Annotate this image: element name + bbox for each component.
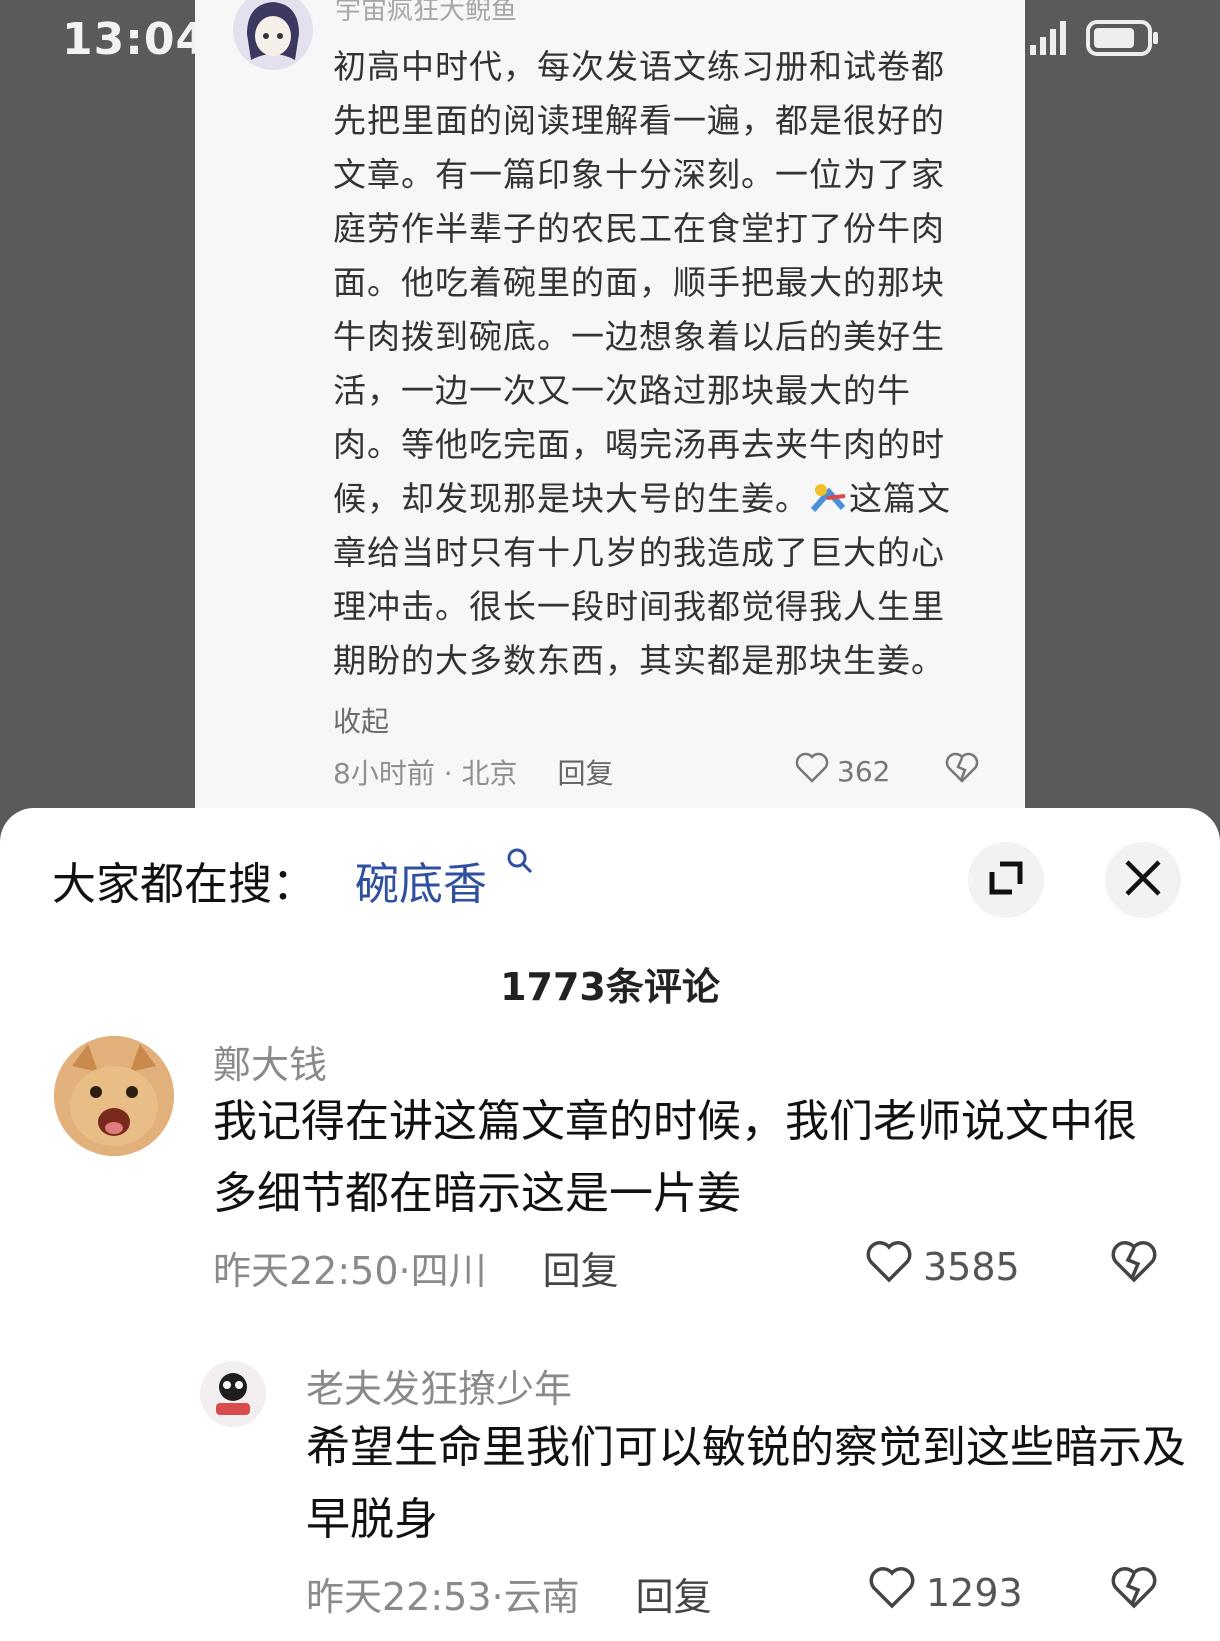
bg-like-count: 362 [837,755,891,788]
like-count: 3585 [923,1244,1020,1289]
heart-icon [868,1566,916,1619]
bg-text-line: 面。他吃着碗里的面，顺手把最大的那块 [333,263,945,302]
bg-text-line: 理冲击。很长一段时间我都觉得我人生里 [333,587,945,626]
comment-time-location: 昨天22:53·云南 [306,1575,580,1619]
fallen-person-emoji-icon [809,478,849,512]
close-icon [1123,858,1163,902]
bg-text-segment: 这篇文 [849,479,951,518]
bg-user-avatar [233,0,313,70]
comment-text: 希望生命里我们可以敏锐的察觉到这些暗示及早脱身 [306,1422,1186,1545]
like-button[interactable]: 1293 [868,1566,1023,1619]
heart-icon [795,752,829,791]
comment-meta: 昨天22:53·云南 回复 [306,1566,712,1621]
bg-reply-button: 回复 [557,757,614,790]
comment-count: 1773条评论 [500,965,720,1009]
bg-post-text: 初高中时代，每次发语文练习册和试卷都 先把里面的阅读理解看一遍，都是很好的 文章… [333,40,958,688]
bg-meta: 8小时前 · 北京 回复 [333,752,614,792]
search-icon[interactable] [505,846,535,880]
background-post-card: 宇宙疯狂大鲵鱼 初高中时代，每次发语文练习册和试卷都 先把里面的阅读理解看一遍，… [195,0,1025,810]
bg-text-line: 先把里面的阅读理解看一遍，都是很好的 [333,101,945,140]
bg-collapse-link: 收起 [333,705,390,738]
broken-heart-icon[interactable] [1110,1240,1158,1288]
reply-button[interactable]: 回复 [636,1566,712,1621]
bg-text-segment: 候，却发现那是块大号的生姜。 [333,479,809,518]
avatar[interactable] [200,1361,266,1427]
like-button[interactable]: 3585 [865,1240,1020,1293]
close-button[interactable] [1105,842,1181,918]
battery-icon [1086,20,1160,56]
broken-heart-icon [945,752,979,788]
bg-username: 宇宙疯狂大鲵鱼 [335,0,518,26]
heart-icon [865,1240,913,1293]
search-suggestion-label: 大家都在搜： [52,859,316,910]
signal-icon [1028,21,1068,55]
bg-text-line: 肉。等他吃完面，喝完汤再去夹牛肉的时 [333,425,945,464]
expand-button[interactable] [968,842,1044,918]
avatar[interactable] [54,1036,174,1156]
comment-meta: 昨天22:50·四川 回复 [213,1240,619,1295]
bg-like: 362 [795,752,890,791]
reply-button[interactable]: 回复 [543,1240,619,1295]
search-suggestion-term[interactable]: 碗底香 [355,848,487,912]
comment-text: 我记得在讲这篇文章的时候，我们老师说文中很多细节都在暗示这是一片姜 [213,1096,1137,1219]
status-time: 13:04 [62,14,208,65]
comment-username[interactable]: 鄭大钱 [213,1034,327,1089]
bg-text-line: 期盼的大多数东西，其实都是那块生姜。 [333,641,945,680]
bg-text-line: 庭劳作半辈子的农民工在食堂打了份牛肉 [333,209,945,248]
bg-text-line: 活，一边一次又一次路过那块最大的牛 [333,371,911,410]
bg-text-line-with-emoji: 候，却发现那是块大号的生姜。 这篇文 [333,472,958,526]
bg-text-line: 章给当时只有十几岁的我造成了巨大的心 [333,533,945,572]
comment-time-location: 昨天22:50·四川 [213,1249,487,1293]
comment-sheet: 大家都在搜： 碗底香 1773条评论 鄭大钱 我记得在讲这篇文章的时候，我们老师… [0,808,1220,1641]
like-count: 1293 [926,1570,1023,1615]
comment-username[interactable]: 老夫发狂撩少年 [306,1358,572,1413]
bg-time-location: 8小时前 · 北京 [333,757,518,790]
bg-text-line: 牛肉拨到碗底。一边想象着以后的美好生 [333,317,945,356]
bg-text-line: 初高中时代，每次发语文练习册和试卷都 [333,47,945,86]
broken-heart-icon[interactable] [1110,1566,1158,1614]
expand-icon [986,858,1026,902]
bg-text-line: 文章。有一篇印象十分深刻。一位为了家 [333,155,945,194]
